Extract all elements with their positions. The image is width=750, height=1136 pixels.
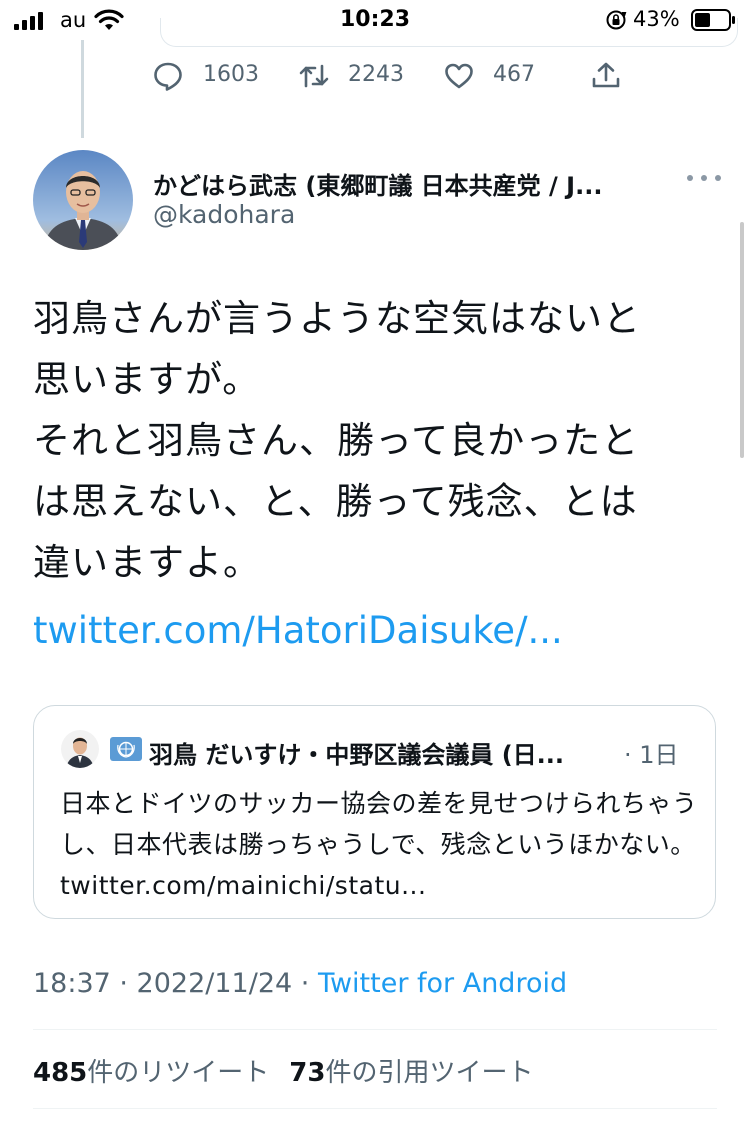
retweet-stat-label: 件のリツイート [87, 1058, 270, 1088]
previous-quote-card-edge [160, 18, 738, 47]
quote-author-avatar [61, 730, 99, 768]
author-handle[interactable]: @kadohara [153, 200, 295, 229]
retweet-total: 485 [33, 1058, 88, 1088]
quote-author-name: 羽鳥 だいすけ・中野区議会議員 (日... [149, 741, 565, 769]
tweet-text-line: は思えない、と、勝って残念、とは [33, 480, 638, 523]
retweets-stat[interactable]: 485件のリツイート [33, 1058, 269, 1088]
retweet-count: 2243 [348, 62, 404, 87]
retweet-icon[interactable] [298, 60, 330, 92]
heart-icon[interactable] [443, 60, 475, 92]
tweet-text-line: それと羽鳥さん、勝って良かったと [33, 419, 640, 462]
tweet-text-line: 違いますよ。 [33, 541, 261, 584]
engagement-stats: 485件のリツイート 73件の引用ツイート [33, 1052, 534, 1089]
tweet-source-link[interactable]: Twitter for Android [318, 968, 567, 999]
more-icon[interactable] [684, 170, 724, 186]
tweet-text: 羽鳥さんが言うような空気はないと 思いますが。 それと羽鳥さん、勝って良かったと… [33, 288, 723, 593]
quotes-stat[interactable]: 73件の引用ツイート [289, 1058, 533, 1088]
tweet-text-line: 思いますが。 [33, 358, 261, 401]
quote-text: 日本とドイツのサッカー協会の差を見せつけられちゃうし、日本代表は勝っちゃうしで、… [60, 789, 698, 900]
like-count: 467 [493, 62, 535, 87]
quote-total: 73 [289, 1058, 326, 1088]
quote-stat-label: 件の引用ツイート [325, 1058, 534, 1088]
reply-icon[interactable] [152, 60, 184, 92]
tweet-meta: 18:37 · 2022/11/24 · Twitter for Android [33, 968, 567, 999]
author-avatar[interactable] [33, 150, 133, 250]
divider [33, 1108, 717, 1109]
reply-count: 1603 [203, 62, 259, 87]
un-flag-icon [110, 737, 142, 761]
tweet-link[interactable]: twitter.com/HatoriDaisuke/... [33, 609, 563, 652]
divider [33, 1029, 717, 1030]
tweet-text-line: 羽鳥さんが言うような空気はないと [33, 297, 641, 340]
quote-timestamp: · 1日 [624, 741, 679, 769]
tweet-timestamp: 18:37 · 2022/11/24 · [33, 968, 318, 999]
thread-connector [81, 40, 84, 138]
share-icon[interactable] [590, 60, 622, 92]
scrollbar[interactable] [740, 222, 744, 458]
author-name[interactable]: かどはら武志 (東郷町議 日本共産党 / J... [153, 166, 673, 201]
